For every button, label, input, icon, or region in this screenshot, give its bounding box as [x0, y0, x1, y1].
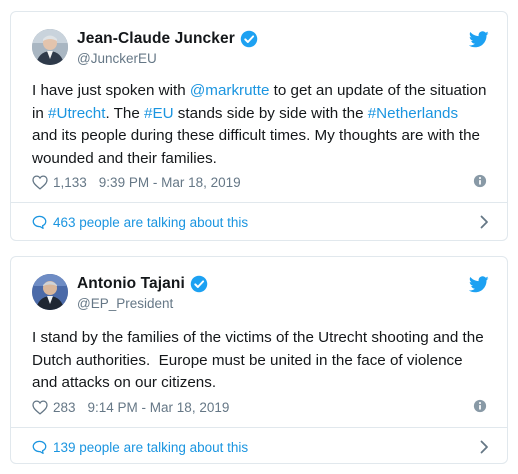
divider: [11, 202, 507, 203]
chevron-right-icon[interactable]: [480, 440, 489, 454]
speech-bubble-icon: [32, 440, 47, 454]
tweet-header: Antonio Tajani @EP_President: [32, 274, 489, 314]
talking-about-link[interactable]: 139 people are talking about this: [32, 437, 489, 457]
tweet-text-segment: . The: [105, 104, 145, 122]
divider: [11, 427, 507, 428]
tweet-header: Jean-Claude Juncker @JunckerEU: [32, 29, 489, 69]
hashtag-link[interactable]: #EU: [144, 105, 174, 122]
tweet-text-segment: stands side by side with the: [173, 104, 368, 122]
author-name[interactable]: Antonio Tajani: [77, 275, 185, 293]
info-icon[interactable]: [473, 174, 487, 188]
hashtag-link[interactable]: #Netherlands: [368, 105, 458, 122]
mention-link[interactable]: @markrutte: [190, 82, 270, 99]
tweet-card-juncker[interactable]: Jean-Claude Juncker @JunckerEU I have ju…: [10, 11, 508, 241]
author-name[interactable]: Jean-Claude Juncker: [77, 30, 235, 48]
like-count[interactable]: 1,133: [53, 175, 87, 190]
tweet-text: I have just spoken with @markrutte to ge…: [32, 80, 487, 170]
timestamp[interactable]: 9:14 PM - Mar 18, 2019: [88, 400, 230, 415]
chevron-right-icon[interactable]: [480, 215, 489, 229]
talking-about-link[interactable]: 463 people are talking about this: [32, 212, 489, 232]
twitter-bird-icon[interactable]: [469, 276, 489, 293]
verified-badge-icon: [240, 30, 258, 48]
tweet-text: I stand by the families of the victims o…: [32, 329, 488, 391]
author-row: Antonio Tajani: [77, 275, 208, 293]
avatar[interactable]: [32, 29, 68, 65]
tweet-text-segment: I have just spoken with: [32, 82, 190, 99]
author-handle[interactable]: @JunckerEU: [77, 51, 157, 66]
tweet-meta: 1,133 9:39 PM - Mar 18, 2019: [32, 172, 487, 192]
tweet-meta: 283 9:14 PM - Mar 18, 2019: [32, 397, 487, 417]
info-icon[interactable]: [473, 399, 487, 413]
author-row: Jean-Claude Juncker: [77, 30, 258, 48]
tweet-text-segment: and its people during these difficult ti…: [32, 127, 481, 167]
speech-bubble-icon: [32, 215, 47, 229]
avatar[interactable]: [32, 274, 68, 310]
timestamp[interactable]: 9:39 PM - Mar 18, 2019: [99, 175, 241, 190]
talking-count-text[interactable]: 463 people are talking about this: [53, 215, 248, 230]
author-handle[interactable]: @EP_President: [77, 296, 173, 311]
hashtag-link[interactable]: #Utrecht: [48, 105, 105, 122]
heart-icon[interactable]: [32, 400, 48, 415]
tweet-card-tajani[interactable]: Antonio Tajani @EP_President I stand by …: [10, 256, 508, 464]
twitter-bird-icon[interactable]: [469, 31, 489, 48]
talking-count-text[interactable]: 139 people are talking about this: [53, 440, 248, 455]
heart-icon[interactable]: [32, 175, 48, 190]
verified-badge-icon: [190, 275, 208, 293]
like-count[interactable]: 283: [53, 400, 76, 415]
